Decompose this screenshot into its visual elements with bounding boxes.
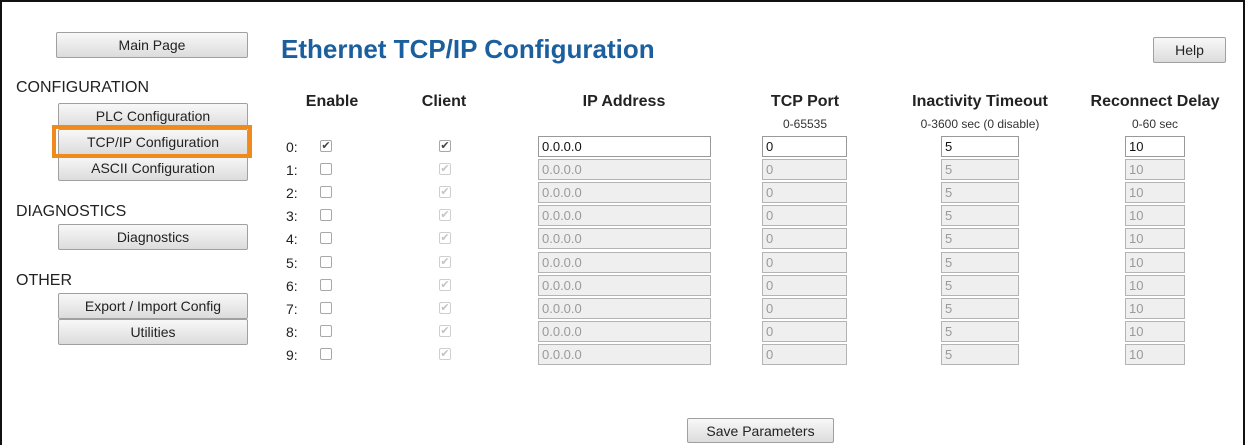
ip-address-input: 0.0.0.0 bbox=[538, 298, 711, 319]
page-title: Ethernet TCP/IP Configuration bbox=[281, 34, 655, 64]
inactivity-timeout-input[interactable]: 5 bbox=[941, 136, 1019, 157]
ip-address-input: 0.0.0.0 bbox=[538, 321, 711, 342]
client-checkbox: ✔ bbox=[439, 256, 451, 268]
enable-checkbox[interactable] bbox=[320, 163, 332, 175]
inactivity-timeout-input: 5 bbox=[941, 159, 1019, 180]
enable-checkbox[interactable] bbox=[320, 186, 332, 198]
inactivity-timeout-input: 5 bbox=[941, 344, 1019, 365]
column-header-enable: Enable bbox=[305, 93, 359, 110]
tcp-port-input: 0 bbox=[762, 228, 847, 249]
inactivity-timeout-range: 0-3600 sec (0 disable) bbox=[920, 117, 1040, 131]
ip-address-input[interactable]: 0.0.0.0 bbox=[538, 136, 711, 157]
inactivity-timeout-input: 5 bbox=[941, 205, 1019, 226]
enable-checkbox[interactable]: ✔ bbox=[320, 140, 332, 152]
other-heading: OTHER bbox=[16, 272, 72, 289]
inactivity-timeout-input: 5 bbox=[941, 275, 1019, 296]
enable-checkbox[interactable] bbox=[320, 279, 332, 291]
tcp-port-input: 0 bbox=[762, 252, 847, 273]
column-header-reconnect-delay: Reconnect Delay bbox=[1090, 93, 1220, 110]
ip-address-input: 0.0.0.0 bbox=[538, 275, 711, 296]
configuration-heading: CONFIGURATION bbox=[16, 79, 150, 96]
ip-address-input: 0.0.0.0 bbox=[538, 205, 711, 226]
current-page-highlight bbox=[52, 125, 252, 158]
reconnect-delay-input: 10 bbox=[1125, 228, 1185, 249]
main-page-button[interactable]: Main Page bbox=[56, 32, 248, 58]
help-button[interactable]: Help bbox=[1153, 37, 1226, 63]
row-label: 6: bbox=[286, 278, 298, 294]
reconnect-delay-input: 10 bbox=[1125, 321, 1185, 342]
column-header-client: Client bbox=[421, 93, 467, 110]
tcp-port-input: 0 bbox=[762, 205, 847, 226]
inactivity-timeout-input: 5 bbox=[941, 252, 1019, 273]
row-label: 3: bbox=[286, 208, 298, 224]
row-label: 8: bbox=[286, 324, 298, 340]
row-label: 0: bbox=[286, 139, 298, 155]
reconnect-delay-range: 0-60 sec bbox=[1131, 117, 1179, 131]
row-label: 7: bbox=[286, 301, 298, 317]
tcp-port-range: 0-65535 bbox=[782, 117, 828, 131]
client-checkbox: ✔ bbox=[439, 209, 451, 221]
reconnect-delay-input: 10 bbox=[1125, 298, 1185, 319]
diagnostics-button[interactable]: Diagnostics bbox=[58, 224, 248, 250]
tcp-port-input: 0 bbox=[762, 182, 847, 203]
reconnect-delay-input[interactable]: 10 bbox=[1125, 136, 1185, 157]
ip-address-input: 0.0.0.0 bbox=[538, 228, 711, 249]
ip-address-input: 0.0.0.0 bbox=[538, 159, 711, 180]
row-label: 4: bbox=[286, 231, 298, 247]
inactivity-timeout-input: 5 bbox=[941, 321, 1019, 342]
column-header-inactivity-timeout: Inactivity Timeout bbox=[912, 93, 1048, 110]
save-parameters-button[interactable]: Save Parameters bbox=[687, 418, 834, 443]
inactivity-timeout-input: 5 bbox=[941, 228, 1019, 249]
utilities-button[interactable]: Utilities bbox=[58, 319, 248, 345]
client-checkbox: ✔ bbox=[439, 348, 451, 360]
tcp-port-input: 0 bbox=[762, 321, 847, 342]
inactivity-timeout-input: 5 bbox=[941, 298, 1019, 319]
client-checkbox: ✔ bbox=[439, 232, 451, 244]
column-header-ip-address: IP Address bbox=[582, 93, 666, 110]
ip-address-input: 0.0.0.0 bbox=[538, 252, 711, 273]
client-checkbox: ✔ bbox=[439, 279, 451, 291]
reconnect-delay-input: 10 bbox=[1125, 205, 1185, 226]
client-checkbox[interactable]: ✔ bbox=[439, 140, 451, 152]
column-header-tcp-port: TCP Port bbox=[770, 93, 840, 110]
reconnect-delay-input: 10 bbox=[1125, 182, 1185, 203]
tcp-port-input: 0 bbox=[762, 298, 847, 319]
enable-checkbox[interactable] bbox=[320, 232, 332, 244]
tcp-port-input: 0 bbox=[762, 159, 847, 180]
enable-checkbox[interactable] bbox=[320, 256, 332, 268]
export-import-config-button[interactable]: Export / Import Config bbox=[58, 293, 248, 319]
row-label: 1: bbox=[286, 162, 298, 178]
tcp-port-input: 0 bbox=[762, 344, 847, 365]
inactivity-timeout-input: 5 bbox=[941, 182, 1019, 203]
client-checkbox: ✔ bbox=[439, 325, 451, 337]
ascii-configuration-button[interactable]: ASCII Configuration bbox=[58, 155, 248, 181]
diagnostics-heading: DIAGNOSTICS bbox=[16, 203, 127, 220]
ip-address-input: 0.0.0.0 bbox=[538, 182, 711, 203]
client-checkbox: ✔ bbox=[439, 186, 451, 198]
enable-checkbox[interactable] bbox=[320, 348, 332, 360]
enable-checkbox[interactable] bbox=[320, 302, 332, 314]
client-checkbox: ✔ bbox=[439, 302, 451, 314]
row-label: 9: bbox=[286, 347, 298, 363]
tcp-port-input[interactable]: 0 bbox=[762, 136, 847, 157]
enable-checkbox[interactable] bbox=[320, 325, 332, 337]
reconnect-delay-input: 10 bbox=[1125, 344, 1185, 365]
client-checkbox: ✔ bbox=[439, 163, 451, 175]
row-label: 5: bbox=[286, 255, 298, 271]
tcp-port-input: 0 bbox=[762, 275, 847, 296]
reconnect-delay-input: 10 bbox=[1125, 159, 1185, 180]
enable-checkbox[interactable] bbox=[320, 209, 332, 221]
reconnect-delay-input: 10 bbox=[1125, 275, 1185, 296]
ip-address-input: 0.0.0.0 bbox=[538, 344, 711, 365]
row-label: 2: bbox=[286, 185, 298, 201]
reconnect-delay-input: 10 bbox=[1125, 252, 1185, 273]
